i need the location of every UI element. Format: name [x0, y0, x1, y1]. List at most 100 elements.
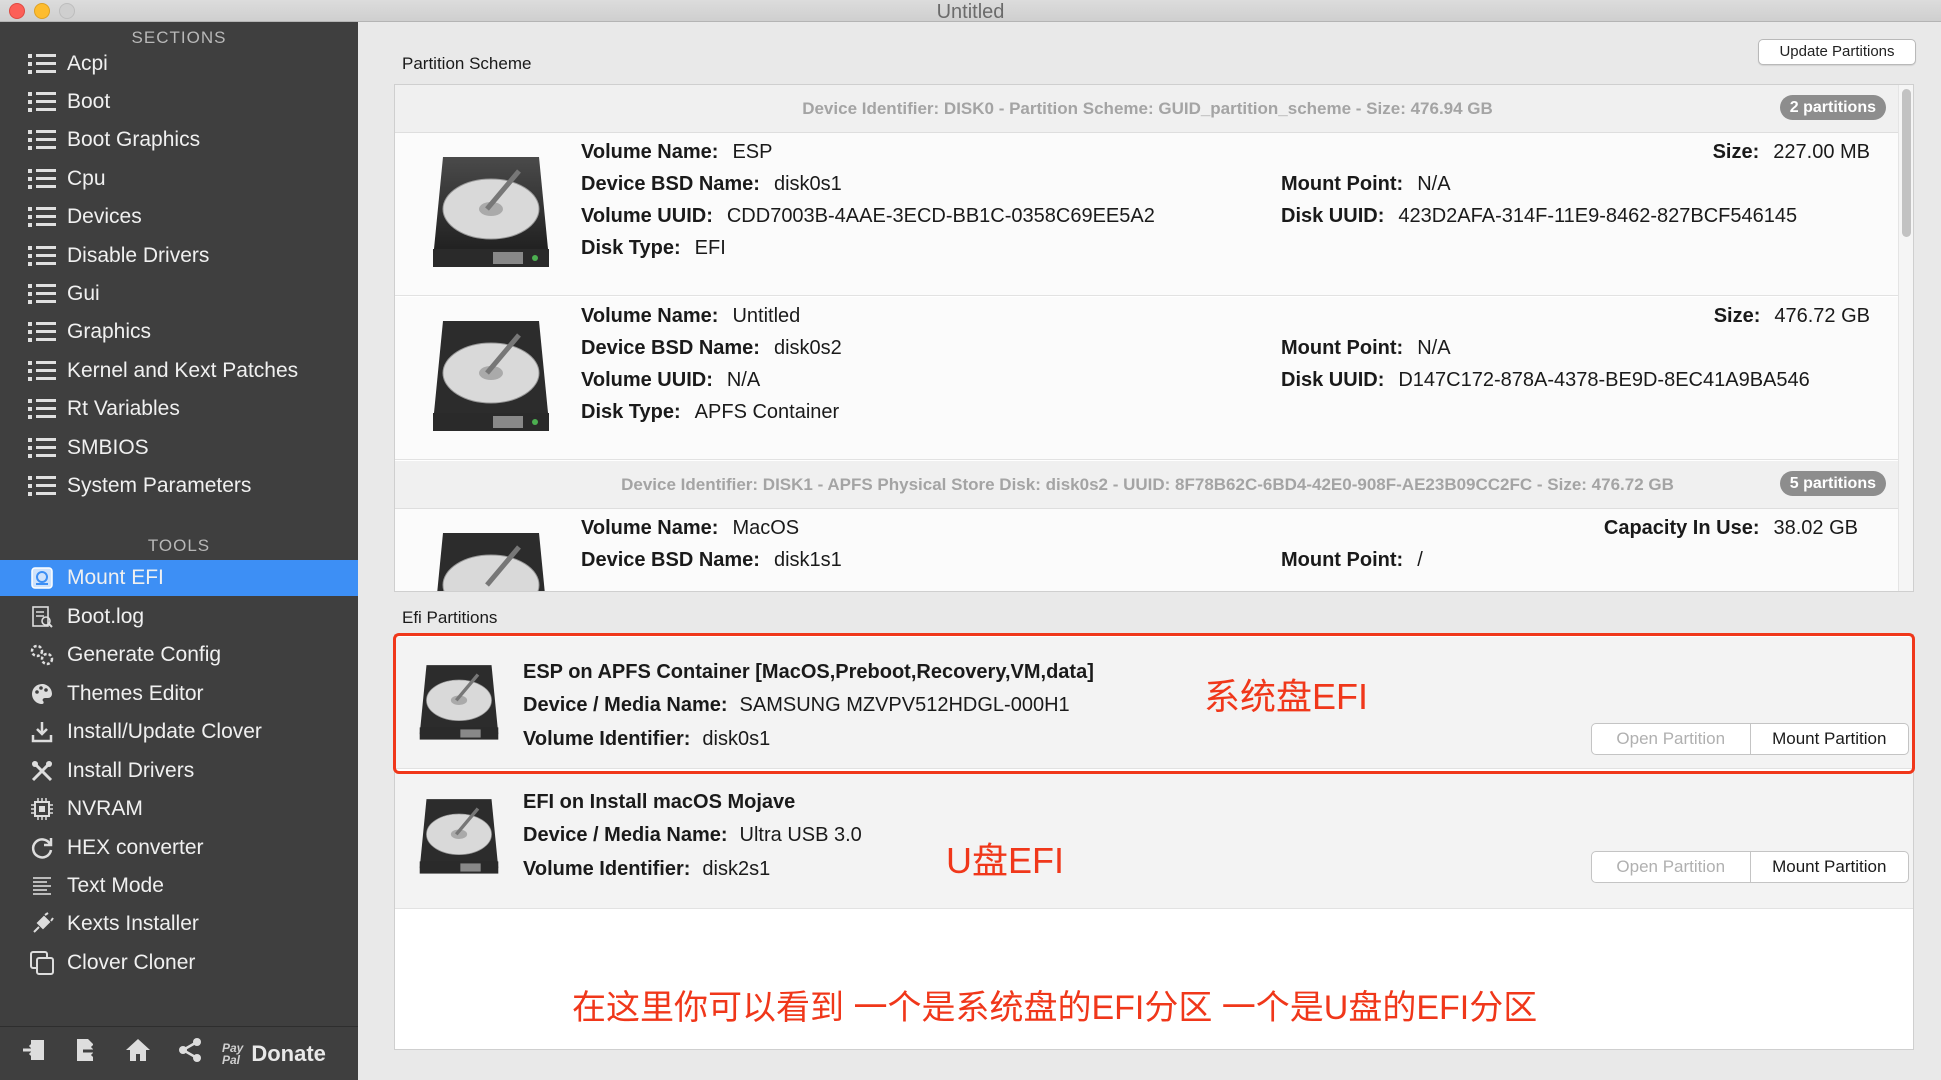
refresh-icon: [27, 835, 57, 861]
sidebar-item-devices[interactable]: Devices: [0, 199, 358, 235]
sidebar-item-acpi[interactable]: Acpi: [0, 46, 358, 82]
efi-row[interactable]: EFI on Install macOS Mojave Device / Med…: [395, 771, 1913, 909]
volume-name-field: Volume Name: Untitled: [581, 305, 801, 327]
hard-disk-icon: [437, 533, 545, 591]
list-icon: [27, 243, 57, 269]
sidebar-item-boot-graphics[interactable]: Boot Graphics: [0, 122, 358, 158]
sidebar-item-label: Boot.log: [67, 605, 145, 628]
sidebar-item-label: Text Mode: [67, 874, 164, 897]
sidebar-item-install-update-clover[interactable]: Install/Update Clover: [0, 714, 358, 750]
sidebar-item-mount-efi[interactable]: Mount EFI: [0, 560, 358, 596]
partitions-badge: 2 partitions: [1779, 95, 1886, 120]
disk-uuid-field: Disk UUID: 423D2AFA-314F-11E9-8462-827BCF…: [1281, 205, 1798, 227]
list-icon: [27, 319, 57, 345]
sidebar-item-label: HEX converter: [67, 836, 204, 859]
vertical-scrollbar[interactable]: [1898, 85, 1913, 591]
volume-identifier-field: Volume Identifier: disk2s1: [523, 858, 771, 880]
volume-row[interactable]: Volume Name: MacOS Device BSD Name: disk1s…: [395, 509, 1900, 591]
update-partitions-button[interactable]: Update Partitions: [1758, 39, 1916, 65]
sidebar-item-boot-log[interactable]: Boot.log: [0, 599, 358, 635]
mount-efi-icon: [27, 565, 57, 591]
volume-uuid-field: Volume UUID: CDD7003B-4AAE-3ECD-BB1C-0358…: [581, 205, 1155, 227]
volume-row[interactable]: Volume Name: ESP Device BSD Name: disk0s1 …: [395, 133, 1900, 296]
tools-header: TOOLS: [147, 536, 211, 555]
sidebar-item-smbios[interactable]: SMBIOS: [0, 430, 358, 466]
sidebar-item-cpu[interactable]: Cpu: [0, 161, 358, 197]
sidebar-item-label: Disable Drivers: [67, 244, 210, 267]
sidebar-item-label: SMBIOS: [67, 436, 149, 459]
sidebar-item-kexts-installer[interactable]: Kexts Installer: [0, 906, 358, 942]
donate-label: Donate: [251, 1040, 326, 1066]
sidebar-item-label: Boot Graphics: [67, 128, 201, 151]
sidebar-item-disable-drivers[interactable]: Disable Drivers: [0, 238, 358, 274]
device-header-text: Device Identifier: DISK1 - APFS Physical…: [621, 475, 1674, 494]
list-icon: [27, 281, 57, 307]
sidebar-item-label: Rt Variables: [67, 397, 180, 420]
disk-type-field: Disk Type: EFI: [581, 237, 726, 259]
sidebar-bottom-toolbar: Pay Pal Donate: [0, 1026, 358, 1080]
disk-type-field: Disk Type: APFS Container: [581, 401, 840, 423]
list-icon: [27, 358, 57, 384]
sidebar-item-rt-variables[interactable]: Rt Variables: [0, 391, 358, 427]
partitions-badge: 5 partitions: [1779, 471, 1886, 496]
sidebar-item-label: Generate Config: [67, 643, 222, 666]
mount-partition-button[interactable]: Mount Partition: [1751, 852, 1909, 882]
annotation-bottom-note: 在这里你可以看到 一个是系统盘的EFI分区 一个是U盘的EFI分区: [572, 989, 1538, 1027]
paypal-icon: Pay Pal: [222, 1040, 244, 1067]
sidebar-item-label: Kexts Installer: [67, 912, 199, 935]
clone-icon: [27, 950, 57, 976]
device-header-text: Device Identifier: DISK0 - Partition Sch…: [802, 99, 1493, 118]
bsd-name-field: Device BSD Name: disk1s1: [581, 549, 842, 571]
volume-name-field: Volume Name: MacOS: [581, 517, 800, 539]
sidebar-item-gui[interactable]: Gui: [0, 276, 358, 312]
sidebar-item-boot[interactable]: Boot: [0, 84, 358, 120]
disk-uuid-field: Disk UUID: D147C172-878A-4378-BE9D-8EC41A…: [1281, 369, 1810, 391]
export-icon[interactable]: [68, 1037, 104, 1070]
sidebar-item-label: Themes Editor: [67, 682, 204, 705]
sidebar-item-label: Devices: [67, 205, 142, 228]
scrollbar-thumb[interactable]: [1902, 89, 1911, 237]
sidebar-item-graphics[interactable]: Graphics: [0, 314, 358, 350]
sidebar-item-nvram[interactable]: NVRAM: [0, 791, 358, 827]
sidebar-item-install-drivers[interactable]: Install Drivers: [0, 753, 358, 789]
title-bar: Untitled: [0, 0, 1941, 23]
sidebar-item-label: Install Drivers: [67, 759, 195, 782]
list-icon: [27, 396, 57, 422]
sidebar-item-label: System Parameters: [67, 474, 252, 497]
sidebar-item-hex-converter[interactable]: HEX converter: [0, 830, 358, 866]
sidebar-item-label: Install/Update Clover: [67, 720, 262, 743]
partition-scheme-label: Partition Scheme: [402, 54, 532, 73]
capacity-field: Capacity In Use: 38.02 GB: [1603, 517, 1858, 539]
list-icon: [27, 51, 57, 77]
open-partition-button[interactable]: Open Partition: [1592, 852, 1751, 882]
tools-icon: [27, 758, 57, 784]
donate-button[interactable]: Pay Pal Donate: [222, 1041, 326, 1067]
sidebar: SECTIONS Acpi Boot Boot Graphics Cpu Dev…: [0, 22, 358, 1080]
share-icon[interactable]: [172, 1037, 208, 1070]
mount-point-field: Mount Point: N/A: [1281, 337, 1451, 359]
plug-icon: [27, 911, 57, 937]
sidebar-item-label: Gui: [67, 282, 100, 305]
import-icon[interactable]: [16, 1037, 52, 1070]
sidebar-item-label: Clover Cloner: [67, 951, 196, 974]
sidebar-item-label: Acpi: [67, 52, 108, 75]
sidebar-item-generate-config[interactable]: Generate Config: [0, 637, 358, 673]
bsd-name-field: Device BSD Name: disk0s2: [581, 337, 842, 359]
list-icon: [27, 204, 57, 230]
list-icon: [27, 89, 57, 115]
home-icon[interactable]: [120, 1037, 156, 1070]
sidebar-item-label: Boot: [67, 90, 111, 113]
sidebar-item-system-parameters[interactable]: System Parameters: [0, 468, 358, 504]
efi-partitions-label: Efi Partitions: [402, 608, 498, 627]
volume-row[interactable]: Volume Name: Untitled Device BSD Name: dis…: [395, 297, 1900, 460]
window-title: Untitled: [936, 1, 1005, 23]
sections-header: SECTIONS: [131, 28, 227, 47]
sidebar-item-clover-cloner[interactable]: Clover Cloner: [0, 945, 358, 981]
sidebar-item-text-mode[interactable]: Text Mode: [0, 868, 358, 904]
list-icon: [27, 127, 57, 153]
sidebar-item-label: Mount EFI: [67, 566, 164, 589]
sidebar-item-themes-editor[interactable]: Themes Editor: [0, 676, 358, 712]
partition-scheme-list: Device Identifier: DISK0 - Partition Sch…: [394, 84, 1914, 592]
gears-icon: [27, 642, 57, 668]
sidebar-item-kernel-and-kext-patches[interactable]: Kernel and Kext Patches: [0, 353, 358, 389]
